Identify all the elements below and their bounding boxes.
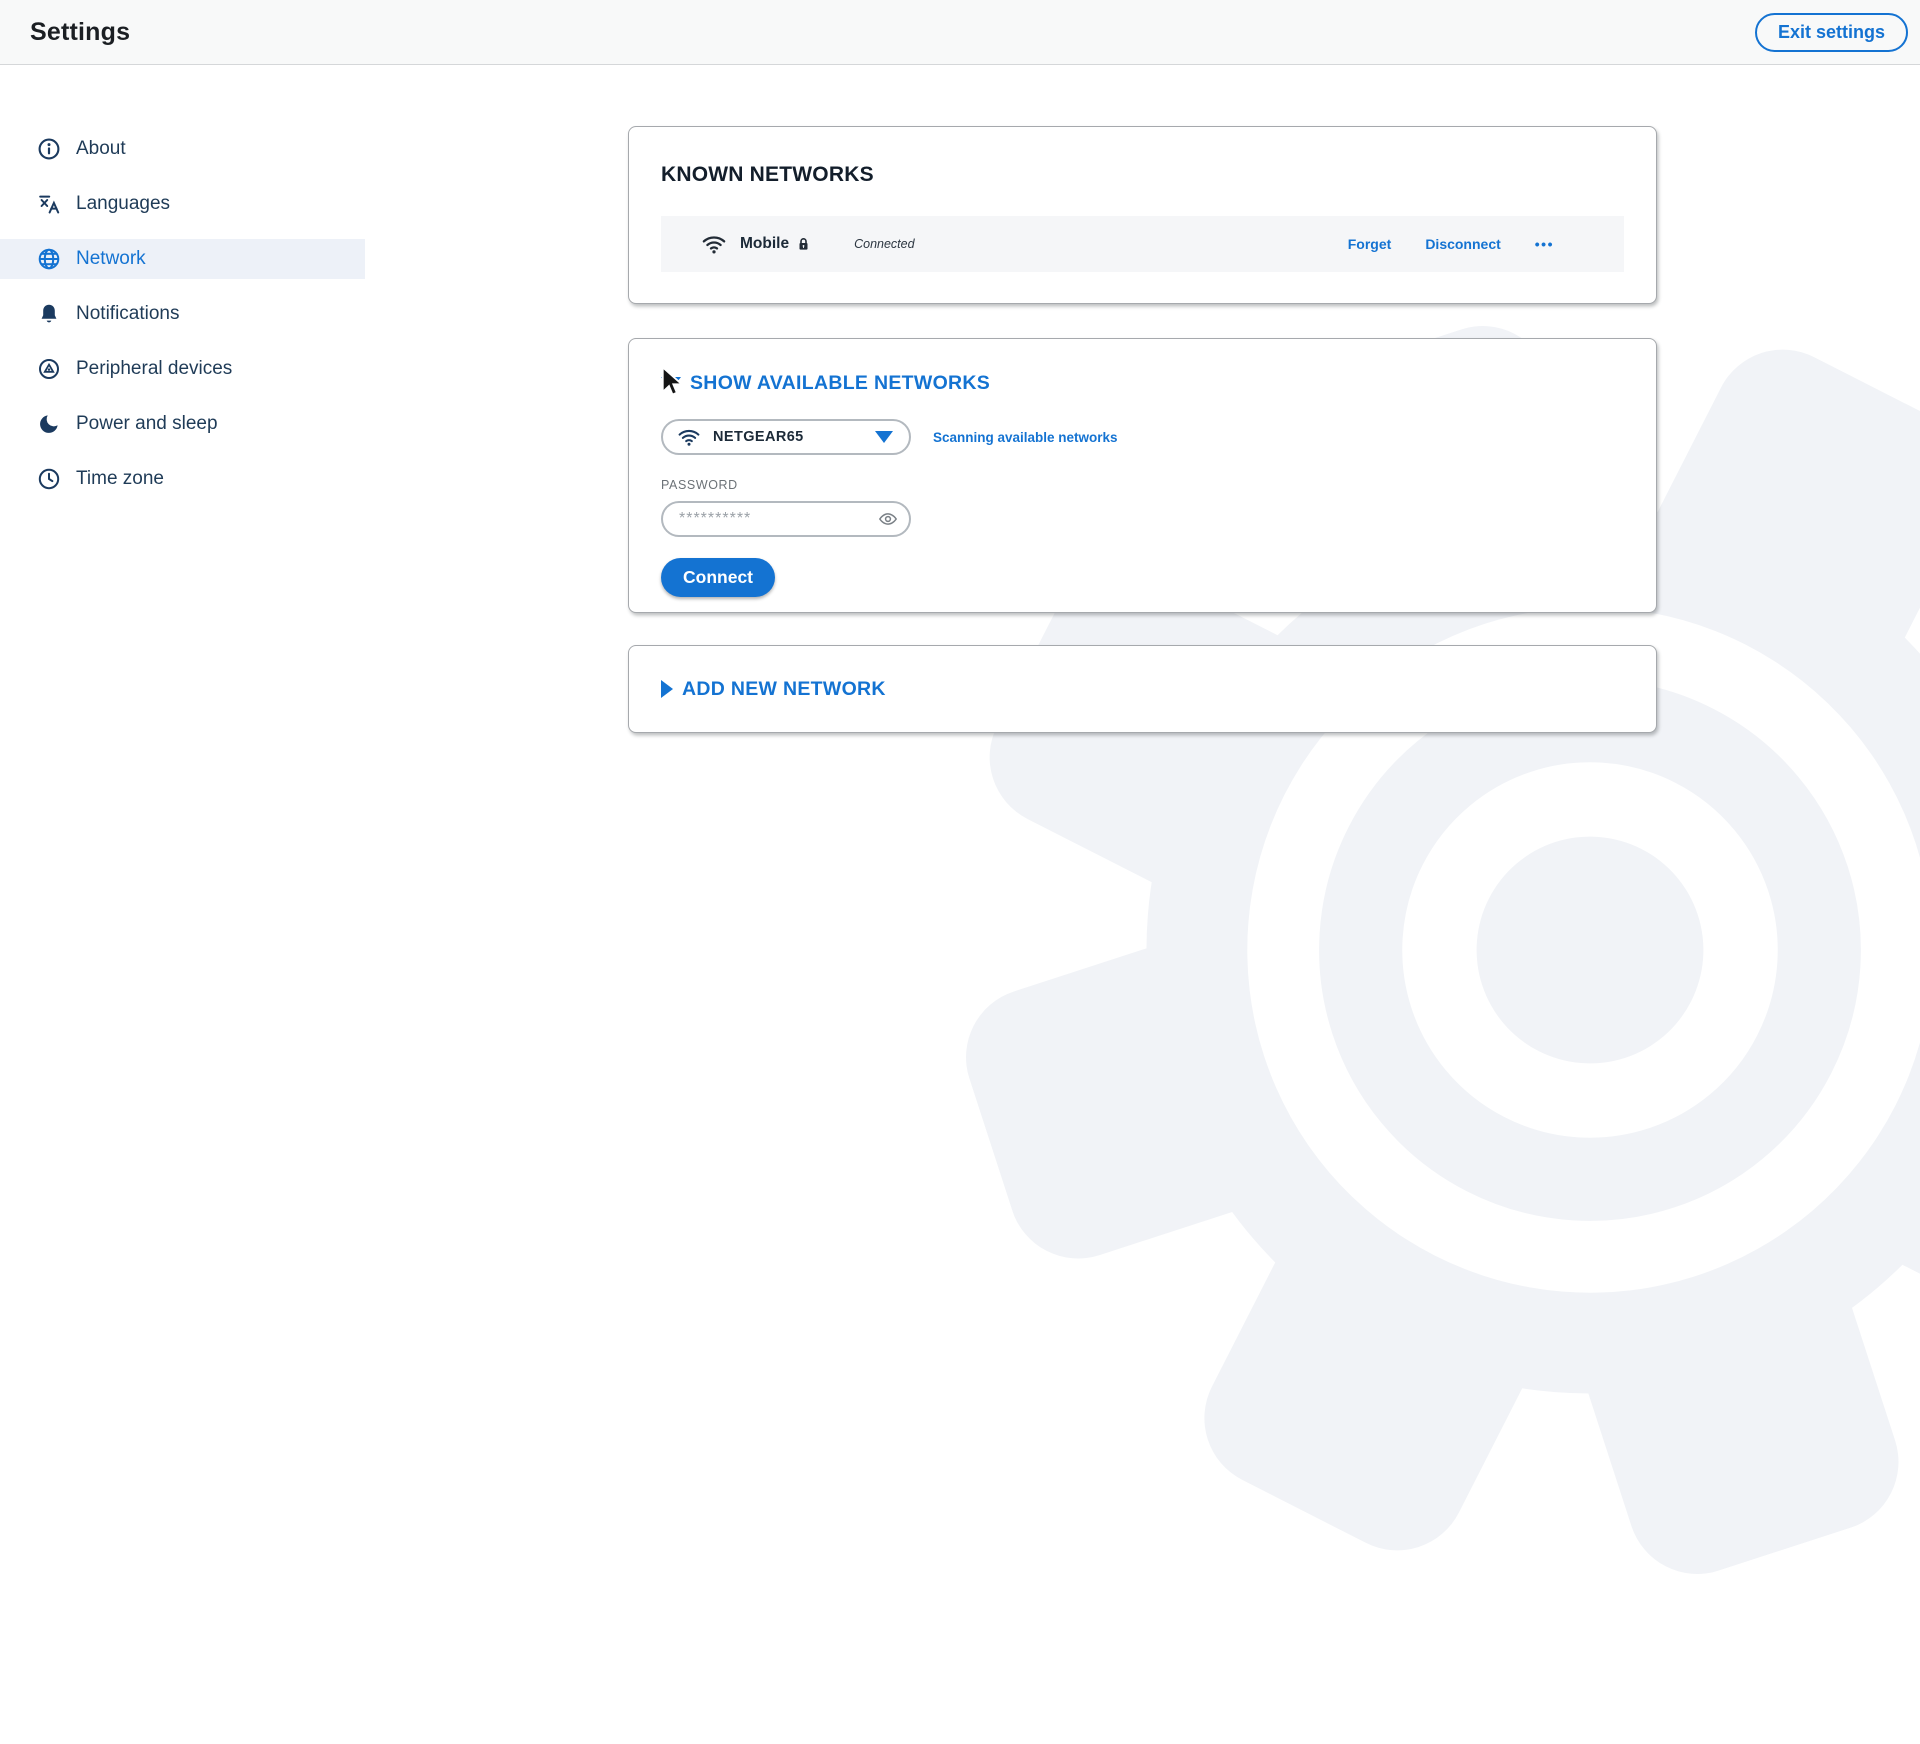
sidebar-item-time-zone[interactable]: Time zone [0, 459, 365, 499]
sidebar-item-languages[interactable]: Languages [0, 184, 365, 224]
sidebar-item-about[interactable]: About [0, 129, 365, 169]
available-networks-title: SHOW AVAILABLE NETWORKS [690, 372, 990, 395]
add-network-card: ADD NEW NETWORK [628, 645, 1657, 733]
more-options-button[interactable]: ••• [1535, 236, 1554, 252]
settings-sidebar: About Languages Network Notifications Pe… [0, 65, 365, 514]
wifi-icon [701, 231, 727, 257]
chevron-right-icon [661, 680, 673, 698]
password-field[interactable] [661, 501, 911, 537]
disconnect-link[interactable]: Disconnect [1425, 236, 1500, 252]
sidebar-item-label: Network [76, 248, 146, 270]
translate-icon [37, 192, 61, 216]
page-title: Settings [30, 18, 130, 47]
clock-icon [37, 467, 61, 491]
connect-button[interactable]: Connect [661, 558, 775, 597]
sidebar-item-label: About [76, 138, 126, 160]
password-label: PASSWORD [661, 478, 1624, 492]
network-name: Mobile [740, 235, 789, 253]
peripheral-icon [37, 357, 61, 381]
wifi-icon [677, 425, 701, 449]
chevron-down-icon [661, 377, 681, 390]
sidebar-item-label: Languages [76, 193, 170, 215]
show-password-eye-icon[interactable] [878, 509, 898, 529]
network-select-dropdown[interactable]: NETGEAR65 [661, 419, 911, 455]
moon-icon [37, 412, 61, 436]
info-icon [37, 137, 61, 161]
sidebar-item-peripheral-devices[interactable]: Peripheral devices [0, 349, 365, 389]
sidebar-item-label: Power and sleep [76, 413, 218, 435]
add-network-title: ADD NEW NETWORK [682, 678, 886, 701]
settings-header: Settings Exit settings [0, 0, 1920, 65]
sidebar-item-power-and-sleep[interactable]: Power and sleep [0, 404, 365, 444]
show-available-networks-toggle[interactable]: SHOW AVAILABLE NETWORKS [661, 372, 1624, 395]
known-networks-title: KNOWN NETWORKS [661, 163, 1624, 187]
known-network-row: Mobile Connected Forget Disconnect ••• [661, 216, 1624, 272]
sidebar-item-label: Notifications [76, 303, 180, 325]
sidebar-item-network[interactable]: Network [0, 239, 365, 279]
selected-network-name: NETGEAR65 [713, 429, 804, 445]
bell-icon [37, 302, 61, 326]
scanning-status-link[interactable]: Scanning available networks [933, 430, 1118, 445]
available-networks-card: SHOW AVAILABLE NETWORKS NETGEAR65 Scanni… [628, 338, 1657, 613]
forget-link[interactable]: Forget [1348, 236, 1392, 252]
globe-icon [37, 247, 61, 271]
lock-icon [796, 236, 811, 253]
known-networks-card: KNOWN NETWORKS Mobile Connected Forget D… [628, 126, 1657, 304]
network-status: Connected [854, 237, 914, 251]
sidebar-item-label: Time zone [76, 468, 164, 490]
sidebar-item-notifications[interactable]: Notifications [0, 294, 365, 334]
dropdown-caret-icon [875, 431, 893, 443]
network-settings-main: KNOWN NETWORKS Mobile Connected Forget D… [628, 126, 1657, 733]
sidebar-item-label: Peripheral devices [76, 358, 232, 380]
add-new-network-toggle[interactable]: ADD NEW NETWORK [661, 678, 886, 701]
exit-settings-button[interactable]: Exit settings [1755, 13, 1908, 52]
